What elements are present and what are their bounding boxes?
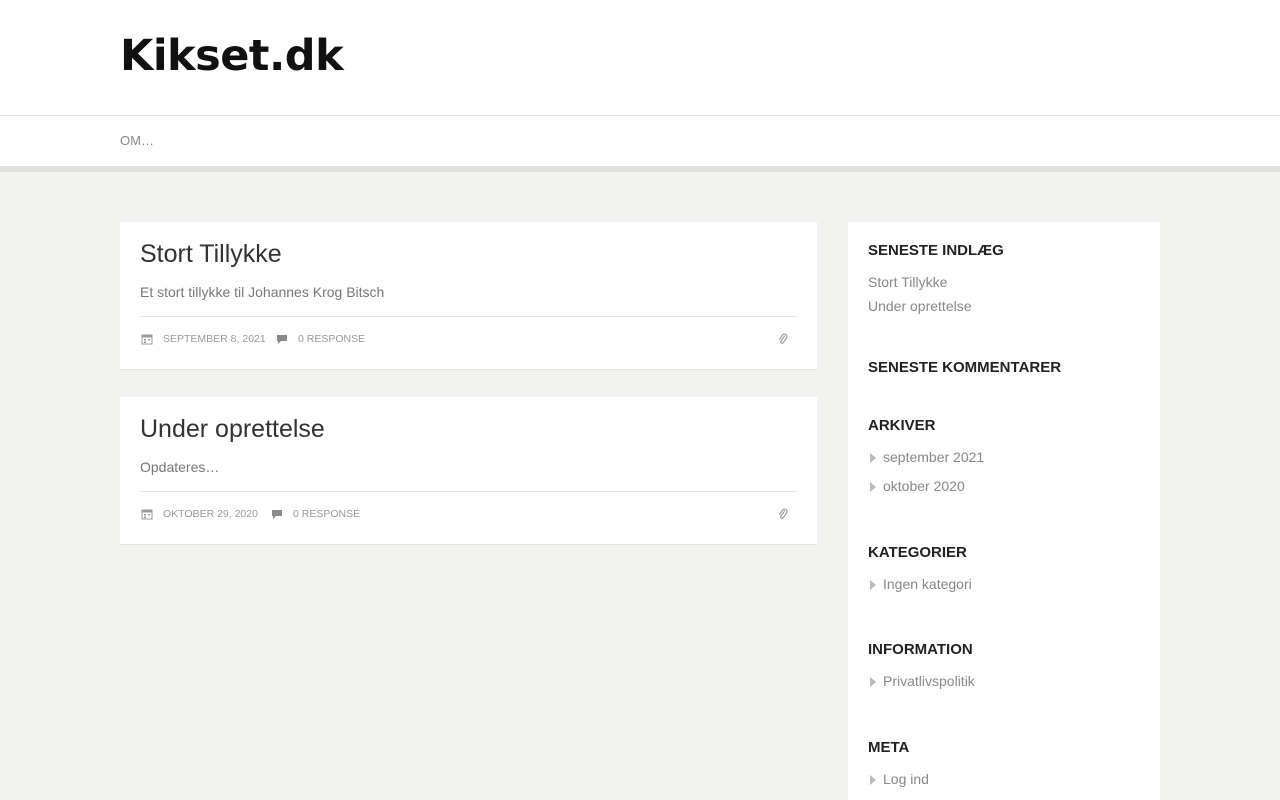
post-responses[interactable]: 0 RESPONSE — [298, 332, 365, 346]
paperclip-icon[interactable] — [778, 333, 788, 345]
post-card: Stort Tillykke Et stort tillykke til Joh… — [120, 222, 817, 370]
post-card: Under oprettelse Opdateres… OKTOBER 29, … — [120, 397, 817, 545]
login-label: Log ind — [883, 771, 929, 787]
archive-label: september 2021 — [883, 449, 985, 465]
archive-link[interactable]: oktober 2020 — [868, 476, 965, 496]
widget-title-recent-comments: SENESTE KOMMENTARER — [868, 359, 1062, 376]
site-header: Kikset.dk — [0, 0, 1280, 116]
information-label: Privatlivspolitik — [883, 673, 975, 689]
chevron-right-icon — [870, 580, 876, 590]
comment-icon — [277, 335, 287, 344]
recent-post-link[interactable]: Stort Tillykke — [868, 272, 947, 292]
post-date[interactable]: OKTOBER 29, 2020 — [163, 507, 258, 521]
calendar-icon — [141, 334, 153, 345]
post-responses[interactable]: 0 RESPONSE — [293, 507, 360, 521]
login-link[interactable]: Log ind — [868, 769, 929, 789]
sidebar: SENESTE INDLÆG Stort Tillykke Under opre… — [848, 222, 1160, 800]
calendar-icon — [141, 509, 153, 520]
post-title[interactable]: Under oprettelse — [140, 413, 325, 445]
post-excerpt: Et stort tillykke til Johannes Krog Bits… — [140, 284, 385, 300]
information-link[interactable]: Privatlivspolitik — [868, 671, 975, 691]
nav-item-om[interactable]: OM… — [120, 132, 154, 150]
post-date[interactable]: SEPTEMBER 8, 2021 — [163, 332, 266, 346]
chevron-right-icon — [870, 453, 876, 463]
widget-title-categories: KATEGORIER — [868, 544, 967, 561]
site-title[interactable]: Kikset.dk — [120, 30, 344, 82]
category-label: Ingen kategori — [883, 576, 972, 592]
chevron-right-icon — [870, 775, 876, 785]
archive-label: oktober 2020 — [883, 478, 965, 494]
post-divider — [140, 491, 797, 492]
post-excerpt: Opdateres… — [140, 459, 220, 475]
post-divider — [140, 316, 797, 317]
recent-post-link[interactable]: Under oprettelse — [868, 296, 972, 316]
nav-divider — [0, 166, 1280, 172]
post-title[interactable]: Stort Tillykke — [140, 238, 282, 270]
category-link[interactable]: Ingen kategori — [868, 574, 972, 594]
comment-icon — [272, 510, 282, 519]
widget-title-information: INFORMATION — [868, 641, 973, 658]
main-nav: OM… — [0, 116, 1280, 166]
paperclip-icon[interactable] — [778, 508, 788, 520]
widget-title-archives: ARKIVER — [868, 417, 936, 434]
chevron-right-icon — [870, 482, 876, 492]
widget-title-recent-posts: SENESTE INDLÆG — [868, 242, 1004, 259]
widget-title-meta: META — [868, 739, 910, 756]
chevron-right-icon — [870, 677, 876, 687]
archive-link[interactable]: september 2021 — [868, 447, 984, 467]
